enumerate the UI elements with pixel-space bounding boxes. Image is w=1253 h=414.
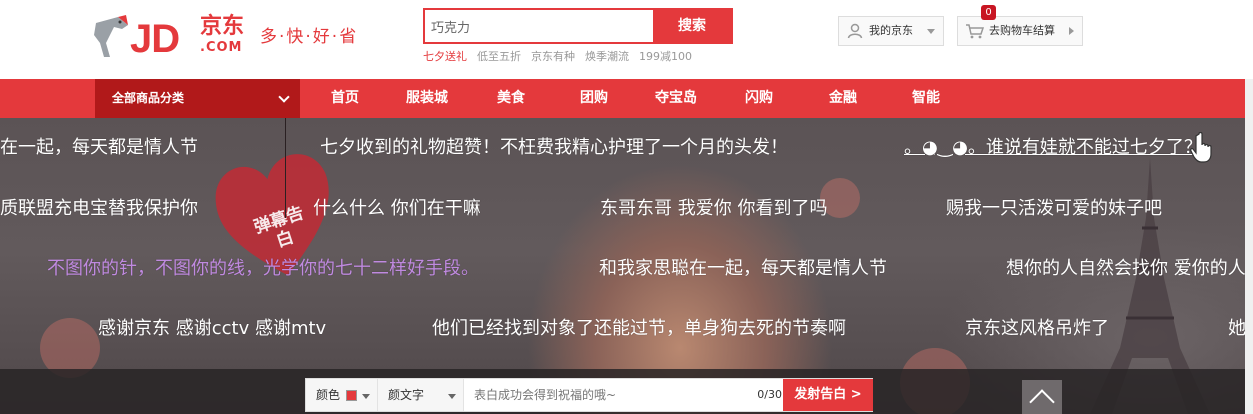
nav-item-treasure[interactable]: 夺宝岛 — [655, 79, 697, 118]
nav-item-home[interactable]: 首页 — [331, 79, 359, 118]
hotword-link[interactable]: 京东有种 — [531, 48, 575, 63]
color-select[interactable]: 颜色 — [306, 379, 378, 411]
confession-input[interactable] — [464, 379, 782, 411]
search-input[interactable] — [425, 10, 655, 42]
danmaku-comment-hovered[interactable]: 。◕‿◕。谁说有娃就不能过七夕了？ — [904, 137, 1202, 159]
cart-button[interactable]: 0 去购物车结算 — [957, 5, 1083, 46]
chevron-down-icon — [927, 29, 935, 34]
nav-item-groupbuy[interactable]: 团购 — [580, 79, 608, 118]
site-header: JD 京东 .COM 多·快·好·省 搜索 七夕送礼 低至五折 京东有种 焕季潮… — [0, 0, 1253, 79]
cart-count-badge: 0 — [981, 5, 996, 20]
search-button[interactable]: 搜索 — [653, 10, 731, 42]
chevron-down-icon — [448, 394, 456, 399]
chevron-down-icon — [362, 394, 370, 399]
chevron-right-icon — [1069, 27, 1074, 35]
danmaku-comment: 不图你的针，不图你的线，光学你的七十二样好手段。 — [47, 258, 479, 279]
danmaku-comment: 感谢京东 感谢cctv 感谢mtv — [98, 318, 327, 339]
nav-item-clothing[interactable]: 服装城 — [406, 79, 448, 118]
danmaku-comment: 在一起，每天都是情人节 — [0, 137, 198, 158]
nav-item-flashsale[interactable]: 闪购 — [745, 79, 773, 118]
danmaku-comment: 赐我一只活泼可爱的妹子吧 — [946, 198, 1162, 219]
user-icon — [847, 23, 863, 39]
logo-slogan: 多·快·好·省 — [260, 27, 359, 47]
kaomoji-select-label: 颜文字 — [388, 388, 425, 402]
page-scrollbar[interactable] — [1245, 79, 1253, 414]
all-categories-dropdown[interactable]: 全部商品分类 — [95, 79, 300, 118]
danmaku-comment: 东哥东哥 我爱你 你看到了吗 — [600, 198, 828, 219]
danmaku-comment: 想你的人自然会找你 爱你的人会 — [1006, 258, 1253, 279]
color-swatch — [346, 390, 357, 401]
hotword-link[interactable]: 低至五折 — [477, 48, 521, 63]
danmaku-comment: 他们已经找到对象了还能过节，单身狗去死的节奏啊 — [432, 318, 846, 339]
jd-page: JD 京东 .COM 多·快·好·省 搜索 七夕送礼 低至五折 京东有种 焕季潮… — [0, 0, 1253, 414]
logo-jingdong-text: 京东 — [200, 14, 245, 39]
danmaku-comment: 质联盟充电宝替我保护你 — [0, 198, 198, 219]
search-box: 搜索 — [423, 8, 733, 44]
nav-item-finance[interactable]: 金融 — [829, 79, 857, 118]
shopping-cart-icon — [966, 24, 984, 39]
danmaku-comment: 和我家思聪在一起，每天都是情人节 — [599, 258, 887, 279]
all-categories-label: 全部商品分类 — [112, 91, 185, 105]
danmaku-form: 颜色 颜文字 0/30 发射告白 > — [305, 378, 873, 412]
hot-keywords: 七夕送礼 低至五折 京东有种 焕季潮流 199减100 — [423, 48, 692, 63]
nav-item-smart[interactable]: 智能 — [912, 79, 940, 118]
jd-logo[interactable]: JD 京东 .COM 多·快·好·省 — [92, 13, 362, 63]
cart-label: 去购物车结算 — [989, 24, 1055, 37]
char-counter: 0/30 — [757, 388, 782, 401]
nav-item-food[interactable]: 美食 — [497, 79, 525, 118]
divider-line — [285, 118, 286, 218]
hand-pointer-icon — [1190, 132, 1212, 163]
my-jd-label: 我的京东 — [869, 24, 913, 37]
hotword-link[interactable]: 199减100 — [639, 48, 692, 63]
danmaku-comment: 七夕收到的礼物超赞！不枉费我精心护理了一个月的头发！ — [320, 137, 788, 158]
danmaku-comment: 什么什么 你们在干嘛 — [313, 198, 481, 219]
hotword-link[interactable]: 七夕送礼 — [423, 48, 467, 63]
danmaku-comment: 京东这风格吊炸了 — [965, 318, 1109, 339]
color-select-label: 颜色 — [316, 388, 341, 402]
my-jd-dropdown[interactable]: 我的京东 — [838, 16, 944, 46]
kaomoji-select[interactable]: 颜文字 — [378, 379, 464, 411]
main-nav: 全部商品分类 首页 服装城 美食 团购 夺宝岛 闪购 金融 智能 — [0, 79, 1253, 118]
send-confession-button[interactable]: 发射告白 > — [783, 379, 873, 411]
logo-com-text: .COM — [200, 40, 243, 55]
chevron-up-icon — [1029, 389, 1055, 414]
back-to-top-button[interactable] — [1022, 380, 1062, 414]
hotword-link[interactable]: 焕季潮流 — [585, 48, 629, 63]
logo-jd-text: JD — [130, 17, 180, 61]
chevron-down-icon — [278, 91, 290, 103]
jd-dog-mascot-icon — [94, 15, 128, 57]
